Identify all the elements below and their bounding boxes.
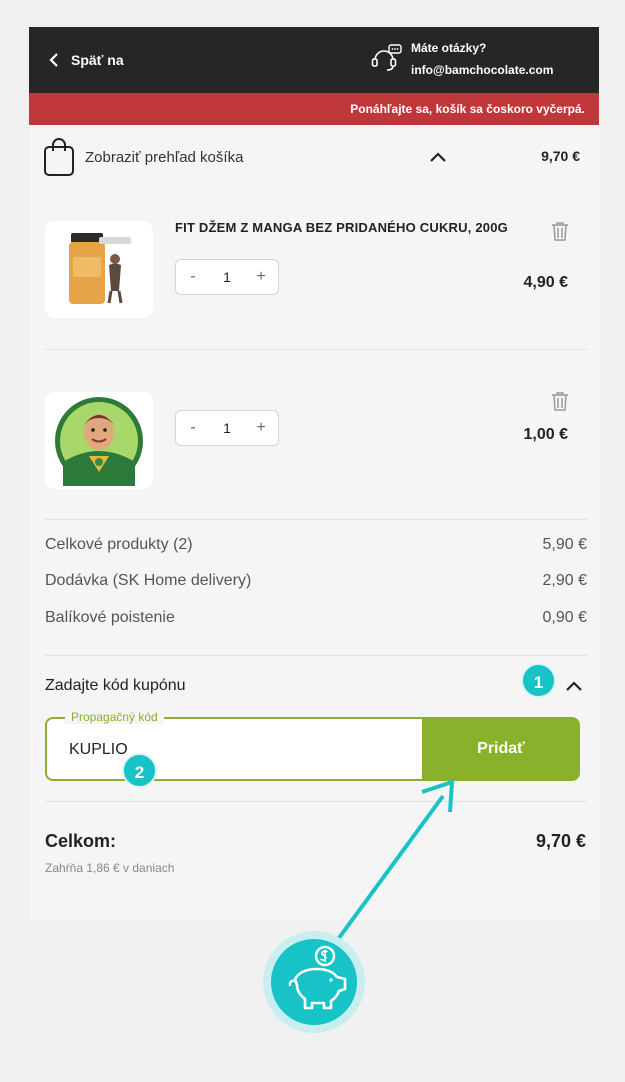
support-headset-icon	[371, 44, 402, 71]
grand-total-value: 9,70 €	[535, 831, 586, 851]
top-bar: Späť na Máte otázky? info@bamchocolate.c…	[29, 27, 599, 93]
checkout-panel: Späť na Máte otázky? info@bamchocolate.c…	[29, 27, 599, 920]
quantity-value[interactable]: 1	[210, 420, 244, 436]
trash-icon[interactable]	[550, 390, 570, 412]
piggy-bank-badge	[263, 931, 365, 1033]
back-label: Späť na	[71, 52, 124, 68]
delivery-value: 2,90 €	[542, 572, 587, 589]
insurance-value: 0,90 €	[542, 609, 587, 626]
decrease-button[interactable]: -	[176, 268, 210, 286]
help-question: Máte otázky?	[411, 41, 487, 55]
piggy-bank-icon	[288, 945, 347, 1010]
urgency-banner: Ponáhľajte sa, košík sa čoskoro vyčerpá.	[29, 93, 599, 125]
delivery-row: Dodávka (SK Home delivery) 2,90 €	[45, 572, 587, 594]
chevron-left-icon	[49, 53, 58, 67]
products-total-label: Celkové produkty (2)	[45, 536, 193, 553]
insurance-row: Balíkové poistenie 0,90 €	[45, 609, 587, 631]
coupon-field-legend: Propagačný kód	[65, 710, 164, 724]
quantity-stepper: - 1 +	[175, 259, 279, 295]
cart-summary-toggle[interactable]: Zobraziť prehľad košíka 9,70 €	[29, 135, 599, 179]
item-price: 1,00 €	[523, 426, 568, 443]
products-total-value: 5,90 €	[542, 536, 587, 553]
coupon-toggle-label[interactable]: Zadajte kód kupónu	[45, 677, 186, 695]
cart-summary-label: Zobraziť prehľad košíka	[85, 149, 244, 166]
product-image-mango-jam[interactable]	[45, 221, 153, 318]
chevron-up-icon[interactable]	[565, 679, 583, 693]
delivery-label: Dodávka (SK Home delivery)	[45, 572, 252, 589]
jar-image	[69, 233, 131, 304]
product-image-avatar[interactable]	[45, 392, 153, 489]
divider	[45, 349, 587, 350]
chevron-up-icon[interactable]	[429, 150, 447, 164]
products-total-row: Celkové produkty (2) 5,90 €	[45, 536, 587, 558]
insurance-label: Balíkové poistenie	[45, 609, 175, 626]
decrease-button[interactable]: -	[176, 419, 210, 437]
increase-button[interactable]: +	[244, 419, 278, 437]
coupon-field	[45, 717, 423, 781]
shopping-bag-icon	[44, 138, 74, 176]
annotation-badge-2: 2	[122, 753, 157, 788]
product-title[interactable]: FIT DŽEM Z MANGA BEZ PRIDANÉHO CUKRU, 20…	[175, 220, 508, 235]
increase-button[interactable]: +	[244, 268, 278, 286]
grand-total-label: Celkom:	[45, 831, 117, 851]
help-email-link[interactable]: info@bamchocolate.com	[411, 63, 553, 77]
quantity-value[interactable]: 1	[210, 269, 244, 285]
hero-avatar-image	[55, 397, 143, 486]
divider	[45, 655, 587, 656]
tax-note: Zahŕňa 1,86 € v daniach	[45, 861, 175, 875]
coupon-input[interactable]	[69, 737, 399, 763]
apply-coupon-button[interactable]: Pridať	[422, 717, 580, 781]
annotation-badge-1: 1	[521, 663, 556, 698]
trash-icon[interactable]	[550, 220, 570, 242]
back-link[interactable]: Späť na	[49, 49, 124, 71]
quantity-stepper: - 1 +	[175, 410, 279, 446]
divider	[45, 519, 587, 520]
item-price: 4,90 €	[523, 274, 568, 291]
divider	[45, 801, 587, 802]
cart-summary-total: 9,70 €	[541, 148, 580, 164]
